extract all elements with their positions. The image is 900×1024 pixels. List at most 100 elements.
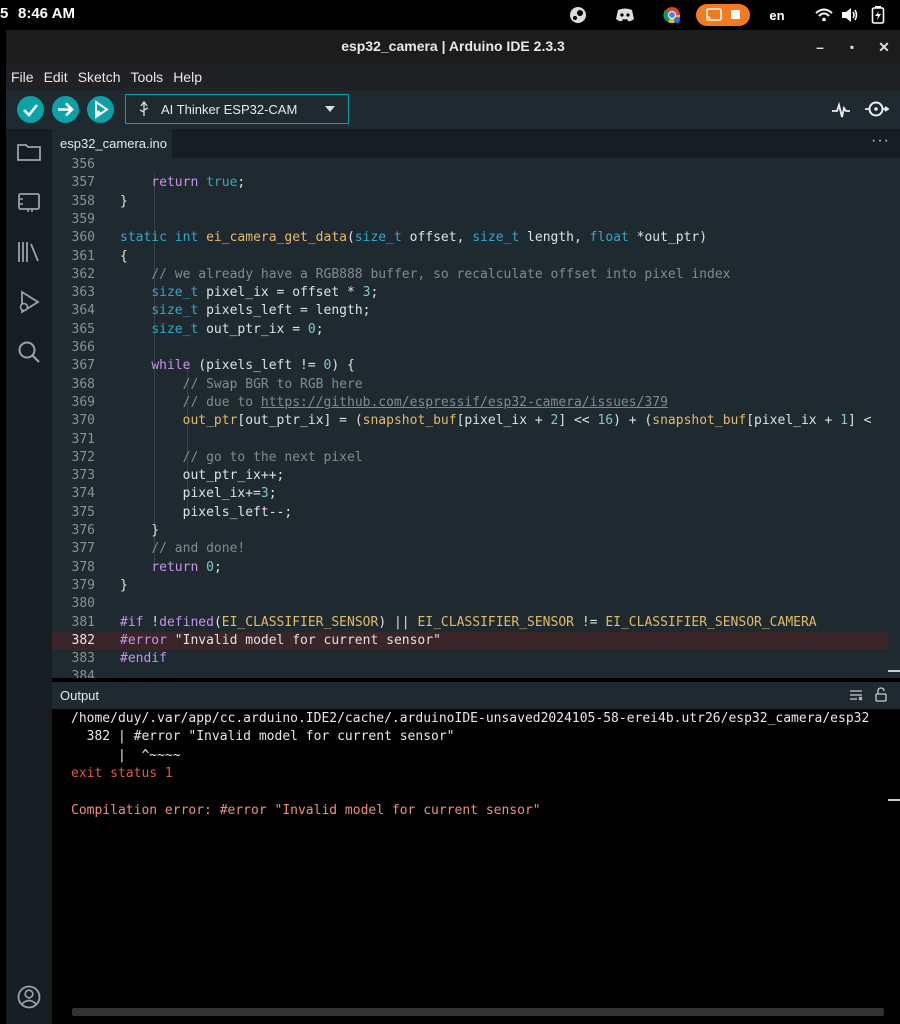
chrome-icon[interactable]: [661, 4, 683, 26]
code-line[interactable]: 375 pixels_left--;: [52, 504, 900, 522]
code-line[interactable]: 372 // go to the next pixel: [52, 449, 900, 467]
language-indicator[interactable]: en: [764, 4, 790, 26]
line-code: }: [120, 577, 128, 593]
debug-icon: [19, 290, 40, 314]
menu-help[interactable]: Help: [168, 64, 207, 91]
scroll-marker: [888, 670, 900, 672]
menu-file[interactable]: File: [6, 64, 39, 91]
library-manager-button[interactable]: [16, 239, 42, 265]
line-number: 378: [71, 559, 95, 575]
code-line[interactable]: 356: [52, 158, 900, 174]
debug-panel-button[interactable]: [16, 289, 42, 315]
editor-scrollbar[interactable]: [888, 158, 900, 678]
line-number: 370: [71, 413, 95, 429]
code-line[interactable]: 361 {: [52, 248, 900, 266]
discord-icon[interactable]: [614, 4, 636, 26]
volume-icon[interactable]: [840, 4, 860, 26]
steam-icon[interactable]: [568, 4, 588, 26]
line-number: 362: [71, 266, 95, 282]
code-line[interactable]: 370 out_ptr[out_ptr_ix] = (snapshot_buf[…: [52, 412, 900, 430]
line-code: pixels_left--;: [120, 504, 293, 520]
line-number: 369: [71, 394, 95, 410]
code-line[interactable]: 363 size_t pixel_ix = offset * 3;: [52, 284, 900, 302]
line-number: 379: [71, 577, 95, 593]
code-editor[interactable]: 356 357 return true; 358} 359 360 static int …: [52, 158, 900, 678]
line-code: size_t out_ptr_ix = 0;: [151, 321, 324, 337]
code-line[interactable]: 374 pixel_ix+=3;: [52, 485, 900, 503]
search-icon: [18, 341, 40, 363]
menu-edit[interactable]: Edit: [39, 64, 73, 91]
close-button[interactable]: ✕: [874, 37, 894, 57]
code-line[interactable]: 368 // Swap BGR to RGB here: [52, 376, 900, 394]
search-button[interactable]: [16, 339, 42, 365]
code-line[interactable]: 364 size_t pixels_left = length;: [52, 302, 900, 320]
line-code: // we already have a RGB888 buffer, so r…: [151, 266, 731, 282]
code-line[interactable]: 381 #if !defined(EI_CLASSIFIER_SENSOR) ||…: [52, 614, 900, 632]
window-title-bar[interactable]: esp32_camera | Arduino IDE 2.3.3 – ▪ ✕: [6, 30, 900, 64]
verify-button[interactable]: [17, 96, 44, 123]
minimize-button[interactable]: –: [810, 37, 830, 57]
boards-manager-button[interactable]: [16, 189, 42, 215]
code-line[interactable]: 360 static int ei_camera_get_data(size_t …: [52, 229, 900, 247]
code-line[interactable]: 380: [52, 595, 900, 613]
upload-button[interactable]: [52, 96, 79, 123]
chevron-down-icon: [325, 106, 335, 112]
code-line[interactable]: 357 return true;: [52, 174, 900, 192]
serial-plotter-button[interactable]: [830, 99, 852, 121]
lock-scroll-icon[interactable]: [875, 687, 887, 702]
code-line[interactable]: 377 // and done!: [52, 540, 900, 558]
profile-button[interactable]: [16, 984, 42, 1010]
code-line[interactable]: 382 #error "Invalid model for current sen…: [52, 631, 900, 650]
code-line[interactable]: 379}: [52, 577, 900, 595]
line-number: 374: [71, 486, 95, 502]
code-line[interactable]: 365 size_t out_ptr_ix = 0;: [52, 321, 900, 339]
clock[interactable]: 8:46 AM: [18, 5, 75, 22]
cast-icon[interactable]: [696, 4, 750, 26]
verify-icon: [23, 104, 39, 117]
line-number: 357: [71, 175, 95, 191]
board-selector[interactable]: AI Thinker ESP32-CAM: [125, 94, 349, 124]
board-icon: [18, 193, 40, 212]
menu-tools[interactable]: Tools: [126, 64, 169, 91]
serial-monitor-button[interactable]: [864, 97, 890, 121]
line-number: 358: [71, 193, 95, 209]
tab-esp32-camera[interactable]: esp32_camera.ino: [52, 129, 172, 158]
output-line: exit status 1: [71, 765, 173, 781]
workspace-indicator: 5: [0, 5, 9, 22]
line-number: 359: [71, 211, 95, 227]
battery-icon[interactable]: [868, 4, 888, 26]
code-line[interactable]: 366: [52, 339, 900, 357]
line-number: 365: [71, 321, 95, 337]
line-number: 363: [71, 285, 95, 301]
output-scroll-marker: [888, 799, 900, 801]
board-name: AI Thinker ESP32-CAM: [161, 102, 298, 117]
code-line[interactable]: 383 #endif: [52, 650, 900, 668]
code-line[interactable]: 378 return 0;: [52, 559, 900, 577]
menu-bar: File Edit Sketch Tools Help: [6, 64, 900, 91]
line-code: return 0;: [151, 559, 222, 575]
code-line[interactable]: 367 while (pixels_left != 0) {: [52, 357, 900, 375]
sketchbook-button[interactable]: [16, 139, 42, 165]
clear-output-icon[interactable]: [849, 689, 863, 701]
code-line[interactable]: 371: [52, 431, 900, 449]
menu-sketch[interactable]: Sketch: [73, 64, 126, 91]
debug-button[interactable]: [87, 96, 114, 123]
line-number: 364: [71, 303, 95, 319]
code-line[interactable]: 359: [52, 211, 900, 229]
line-code: out_ptr[out_ptr_ix] = (snapshot_buf[pixe…: [182, 413, 872, 429]
line-code: return true;: [151, 175, 246, 191]
code-line[interactable]: 362 // we already have a RGB888 buffer, …: [52, 266, 900, 284]
code-line[interactable]: 358}: [52, 193, 900, 211]
output-horizontal-scrollbar[interactable]: [72, 1008, 884, 1016]
line-code: // go to the next pixel: [182, 449, 363, 465]
code-line[interactable]: 373 out_ptr_ix++;: [52, 467, 900, 485]
maximize-button[interactable]: ▪: [842, 37, 862, 57]
code-line[interactable]: 369 // due to https://github.com/espress…: [52, 394, 900, 412]
account-icon: [17, 985, 41, 1009]
line-code: static int ei_camera_get_data(size_t off…: [120, 230, 708, 246]
code-line[interactable]: 376 }: [52, 522, 900, 540]
output-console[interactable]: /home/duy/.var/app/cc.arduino.IDE2/cache…: [52, 709, 900, 1024]
code-line[interactable]: 384: [52, 668, 900, 678]
more-tabs-icon[interactable]: ···: [871, 132, 890, 150]
wifi-icon[interactable]: [813, 4, 835, 26]
